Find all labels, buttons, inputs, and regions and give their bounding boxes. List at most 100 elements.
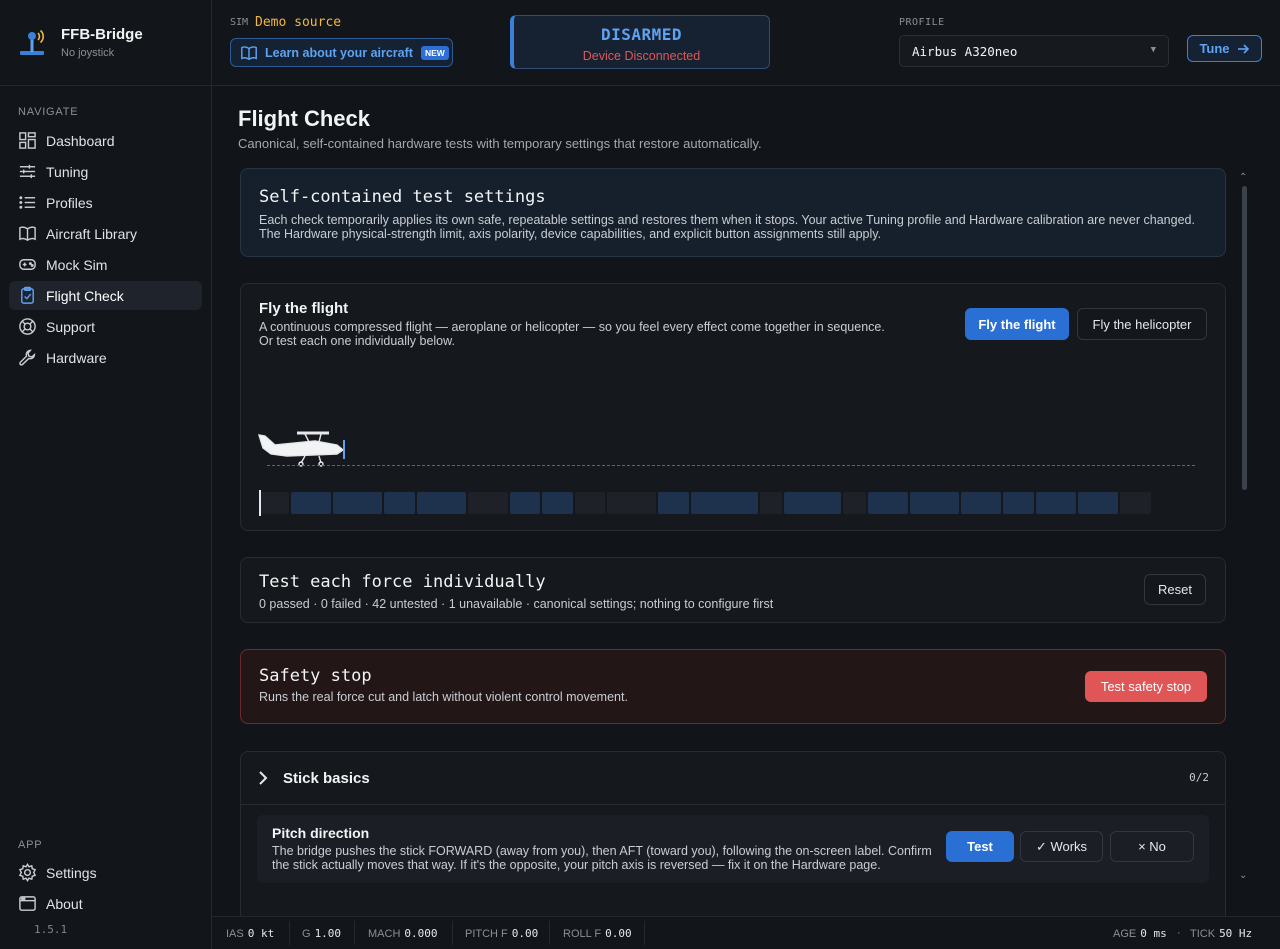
timeline-segment [1003,492,1034,514]
test-forces-title: Test each force individually [259,572,546,592]
age-readout: AGE 0 ms [1113,927,1167,940]
timeline-segment [1036,492,1076,514]
page-title: Flight Check [238,106,371,131]
fly-the-helicopter-button[interactable]: Fly the helicopter [1077,308,1207,340]
test-settings-card: Self-contained test settings Each check … [240,168,1226,257]
timeline-segment [291,492,331,514]
flight-timeline [259,490,1207,516]
sidebar-item-support[interactable]: Support [9,312,202,341]
wrench-icon [19,349,36,366]
timeline-segment [658,492,689,514]
gear-icon [18,863,37,882]
runway-line [267,465,1195,466]
profile-select[interactable]: Airbus A320neo ▼ [899,35,1169,67]
sidebar-item-about[interactable]: About [9,889,203,918]
sidebar-item-aircraft-library[interactable]: Aircraft Library [9,219,202,248]
sidebar-item-label: Mock Sim [46,256,108,273]
stick-basics-header[interactable]: Stick basics 0/2 [241,752,1225,805]
safety-stop-card: Safety stop Runs the real force cut and … [240,649,1226,724]
timeline-segment [468,492,508,514]
ias-readout: IAS 0 kt [226,927,275,940]
learn-aircraft-button[interactable]: Learn about your aircraft NEW [230,38,453,67]
window-icon [19,896,36,911]
sidebar-item-label: Settings [46,864,97,881]
sidebar-item-tuning[interactable]: Tuning [9,157,202,186]
safety-stop-title: Safety stop [259,666,372,686]
scrollbar-thumb[interactable] [1242,186,1247,490]
fly-the-flight-button[interactable]: Fly the flight [965,308,1069,340]
app-version: 1.5.1 [34,923,68,936]
timeline-segment [384,492,415,514]
chevron-right-icon [259,771,268,785]
lifebuoy-icon [19,318,36,335]
sidebar-item-label: Hardware [46,349,107,366]
sidebar-item-label: Dashboard [46,132,115,149]
divider [644,921,645,945]
topbar: SIM Demo source Learn about your aircraf… [212,0,1280,86]
tune-label: Tune [1199,41,1230,56]
sidebar-item-dashboard[interactable]: Dashboard [9,126,202,155]
roll-force-readout: ROLL F 0.00 [563,927,632,940]
timeline-segment [333,492,382,514]
sidebar-item-flight-check[interactable]: Flight Check [9,281,202,310]
separator-dot: · [1177,927,1181,939]
run-test-button[interactable]: Test [946,831,1014,862]
timeline-segment [542,492,573,514]
pitch-force-readout: PITCH F 0.00 [465,927,539,940]
nav-section-label: NAVIGATE [18,106,79,118]
timeline-segment [961,492,1001,514]
test-safety-stop-button[interactable]: Test safety stop [1085,671,1207,702]
main-nav: Dashboard Tuning Profiles Aircraft Libra… [0,126,211,372]
learn-aircraft-label: Learn about your aircraft [265,45,413,60]
divider [549,921,550,945]
scroll-up-arrow[interactable]: ⌃ [1239,172,1247,183]
profile-value: Airbus A320neo [912,44,1018,59]
not-working-button[interactable]: × No [1110,831,1194,862]
tune-button[interactable]: Tune [1187,35,1262,62]
g-readout: G 1.00 [302,927,342,940]
book-icon [241,45,257,60]
sim-label: SIM [230,17,249,28]
timeline-cursor [259,490,261,516]
tick-readout: TICK 50 Hz [1190,927,1253,940]
sidebar-item-label: About [46,895,83,912]
app-nav: Settings About [0,858,212,920]
timeline-segment [1120,492,1151,514]
scroll-down-arrow[interactable]: ⌄ [1239,870,1247,881]
test-settings-title: Self-contained test settings [259,187,546,207]
sidebar-item-profiles[interactable]: Profiles [9,188,202,217]
page-subtitle: Canonical, self-contained hardware tests… [238,136,762,151]
book-icon [19,226,36,242]
timeline-segment [417,492,466,514]
app-title: FFB-Bridge [61,26,143,43]
sidebar-item-mock-sim[interactable]: Mock Sim [9,250,202,279]
group-title: Stick basics [283,769,370,787]
safety-stop-desc: Runs the real force cut and latch withou… [259,690,628,704]
works-button[interactable]: ✓ Works [1020,831,1103,862]
reset-button[interactable]: Reset [1144,574,1206,605]
divider [289,921,290,945]
sidebar-item-label: Tuning [46,163,89,180]
dashboard-icon [19,132,36,149]
stick-basics-group: Stick basics 0/2 Pitch direction The bri… [240,751,1226,916]
sidebar-item-label: Support [46,318,96,335]
timeline-segment [510,492,540,514]
new-badge: NEW [420,45,449,60]
app-section-label: APP [18,839,43,851]
arm-status-panel: DISARMED Device Disconnected [510,15,770,69]
timeline-segment [575,492,605,514]
sidebar-item-hardware[interactable]: Hardware [9,343,202,372]
main-content: Flight Check Canonical, self-contained h… [212,86,1280,916]
timeline-segment [784,492,841,514]
timeline-segment [868,492,908,514]
arm-status: DISARMED [600,25,683,44]
sidebar-item-label: Aircraft Library [46,225,138,242]
sidebar-item-label: Profiles [46,194,93,211]
sidebar-item-label: Flight Check [46,287,124,304]
timeline-segment [760,492,782,514]
list-icon [19,196,36,209]
sidebar-item-settings[interactable]: Settings [9,858,203,887]
divider [452,921,453,945]
divider [354,921,355,945]
test-desc: The bridge pushes the stick FORWARD (awa… [272,844,932,872]
